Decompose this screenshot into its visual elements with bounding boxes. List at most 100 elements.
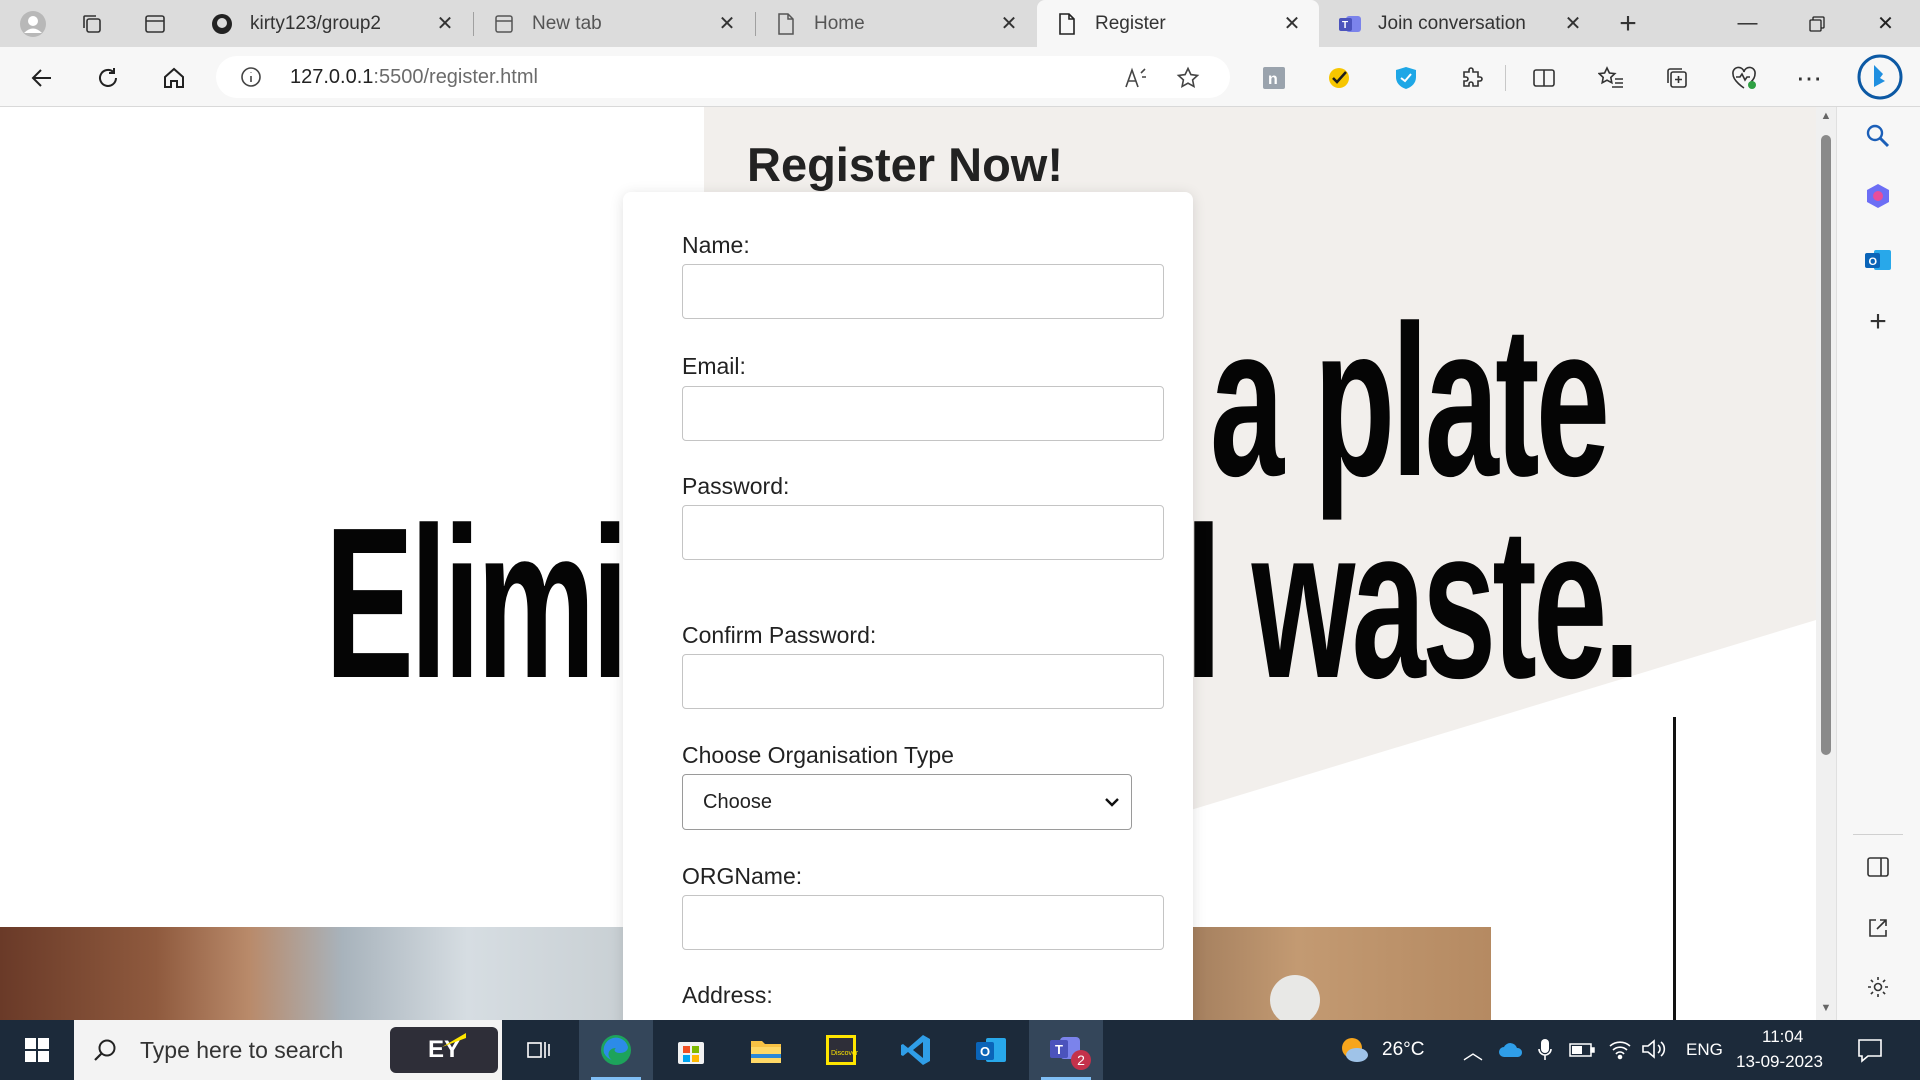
- taskbar-ey-discover[interactable]: Discover: [804, 1020, 878, 1080]
- taskbar-edge[interactable]: [579, 1020, 653, 1080]
- more-menu-icon[interactable]: ⋯: [1792, 61, 1826, 95]
- battery-icon[interactable]: [1569, 1042, 1595, 1063]
- address-bar[interactable]: 127.0.0.1:5500/register.html: [216, 56, 1230, 98]
- page-icon: [774, 12, 798, 36]
- copilot-icon[interactable]: [1859, 177, 1897, 215]
- hide-sidebar-icon[interactable]: [1859, 848, 1897, 886]
- scroll-up-icon[interactable]: ▲: [1819, 110, 1833, 124]
- open-external-icon[interactable]: [1859, 909, 1897, 947]
- extension-check-icon[interactable]: [1322, 61, 1356, 95]
- add-sidebar-app-icon[interactable]: +: [1859, 303, 1897, 341]
- back-icon[interactable]: [25, 61, 59, 95]
- org-name-input[interactable]: [682, 895, 1164, 950]
- profile-icon[interactable]: [17, 8, 49, 40]
- collections-icon[interactable]: [1660, 61, 1694, 95]
- tab-github[interactable]: kirty123/group2 ✕: [192, 0, 472, 47]
- site-info-icon[interactable]: [240, 66, 262, 88]
- clock-time[interactable]: 11:04: [1762, 1027, 1803, 1047]
- org-type-select[interactable]: Choose: [682, 774, 1132, 830]
- search-icon[interactable]: [1859, 117, 1897, 155]
- svg-text:n: n: [1268, 71, 1278, 88]
- input-language[interactable]: ENG: [1686, 1040, 1723, 1060]
- tab-register[interactable]: Register ✕: [1037, 0, 1319, 47]
- windows-start-icon[interactable]: [0, 1020, 74, 1080]
- bing-copilot-icon[interactable]: [1856, 53, 1904, 101]
- org-type-selected-value: Choose: [703, 790, 772, 813]
- close-tab-icon[interactable]: ✕: [716, 13, 738, 35]
- task-view-icon[interactable]: [502, 1020, 576, 1080]
- microphone-icon[interactable]: [1538, 1038, 1552, 1067]
- taskbar-vscode[interactable]: [879, 1020, 953, 1080]
- close-tab-icon[interactable]: ✕: [1562, 13, 1584, 35]
- scroll-down-icon[interactable]: ▼: [1819, 1002, 1833, 1016]
- chevron-up-icon[interactable]: ︿: [1463, 1036, 1483, 1065]
- favorites-icon[interactable]: [1594, 61, 1628, 95]
- weather-temperature[interactable]: 26°C: [1382, 1039, 1424, 1061]
- restore-icon[interactable]: [1782, 0, 1851, 47]
- vertical-tabs-icon[interactable]: [139, 8, 171, 40]
- svg-text:O: O: [1869, 256, 1878, 268]
- outlook-icon: O: [976, 1038, 1006, 1062]
- outlook-icon[interactable]: O: [1859, 241, 1897, 279]
- close-window-icon[interactable]: ✕: [1851, 0, 1920, 47]
- read-aloud-icon[interactable]: [1122, 64, 1150, 92]
- notifications-icon[interactable]: [1857, 1037, 1883, 1068]
- org-type-label: Choose Organisation Type: [682, 742, 954, 768]
- hero-text-line2-right: l waste.: [1185, 482, 1641, 723]
- tab-home[interactable]: Home ✕: [756, 0, 1036, 47]
- email-input[interactable]: [682, 386, 1164, 441]
- password-label: Password:: [682, 473, 790, 499]
- vscode-icon: [901, 1035, 930, 1065]
- scrollbar-thumb[interactable]: [1821, 135, 1831, 755]
- org-name-label: ORGName:: [682, 863, 803, 889]
- edge-sidebar: O +: [1836, 107, 1920, 1020]
- settings-gear-icon[interactable]: [1859, 968, 1897, 1006]
- confirm-password-label: Confirm Password:: [682, 622, 877, 648]
- onedrive-icon[interactable]: [1498, 1040, 1524, 1063]
- refresh-icon[interactable]: [91, 61, 125, 95]
- teams-icon: T: [1338, 12, 1362, 36]
- confirm-password-input[interactable]: [682, 654, 1164, 709]
- tab-title: Register: [1095, 12, 1166, 34]
- tab-teams[interactable]: T Join conversation ✕: [1320, 0, 1600, 47]
- taskbar-outlook[interactable]: O: [954, 1020, 1028, 1080]
- favorite-star-icon[interactable]: [1174, 64, 1202, 92]
- workspaces-icon[interactable]: [76, 8, 108, 40]
- url-text: 127.0.0.1:5500/register.html: [290, 66, 538, 88]
- minimize-icon[interactable]: —: [1713, 0, 1782, 47]
- taskbar-teams[interactable]: T 2: [1029, 1020, 1103, 1080]
- taskbar-file-explorer[interactable]: [729, 1020, 803, 1080]
- close-tab-icon[interactable]: ✕: [998, 13, 1020, 35]
- wifi-icon[interactable]: [1608, 1038, 1632, 1065]
- ey-logo[interactable]: EY: [390, 1027, 498, 1073]
- hero-text-line2-left: Elimi: [325, 482, 629, 723]
- tab-title: Join conversation: [1378, 12, 1526, 34]
- register-form: Name: Email: Password: Confirm Password:…: [623, 192, 1193, 1020]
- tab-title: Home: [814, 12, 865, 34]
- edge-icon: [601, 1035, 631, 1065]
- volume-icon[interactable]: [1641, 1038, 1667, 1065]
- extensions-icon[interactable]: [1455, 61, 1489, 95]
- tab-new-tab[interactable]: New tab ✕: [474, 0, 754, 47]
- svg-text:Discover: Discover: [831, 1050, 858, 1057]
- close-tab-icon[interactable]: ✕: [434, 13, 456, 35]
- taskbar-store[interactable]: [654, 1020, 728, 1080]
- browser-essentials-icon[interactable]: [1727, 61, 1761, 95]
- home-icon[interactable]: [157, 61, 191, 95]
- tab-title: kirty123/group2: [250, 12, 381, 34]
- split-screen-icon[interactable]: [1527, 61, 1561, 95]
- svg-text:O: O: [980, 1044, 990, 1059]
- toolbar-divider: [1505, 65, 1506, 91]
- page-viewport: a plate Elimi l waste. Register Now! Nam…: [0, 107, 1816, 1020]
- new-tab-button[interactable]: +: [1612, 7, 1644, 40]
- decorative-line: [1673, 717, 1676, 1020]
- windows-taskbar: Type here to search EY Discover O T 2 26…: [0, 1020, 1920, 1080]
- close-tab-icon[interactable]: ✕: [1281, 13, 1303, 35]
- password-input[interactable]: [682, 505, 1164, 560]
- weather-icon[interactable]: [1338, 1034, 1370, 1066]
- name-input[interactable]: [682, 264, 1164, 319]
- extension-n-icon[interactable]: n: [1257, 61, 1291, 95]
- folder-icon: [751, 1041, 781, 1063]
- clock-date[interactable]: 13-09-2023: [1736, 1052, 1823, 1072]
- extension-shield-icon[interactable]: [1389, 61, 1423, 95]
